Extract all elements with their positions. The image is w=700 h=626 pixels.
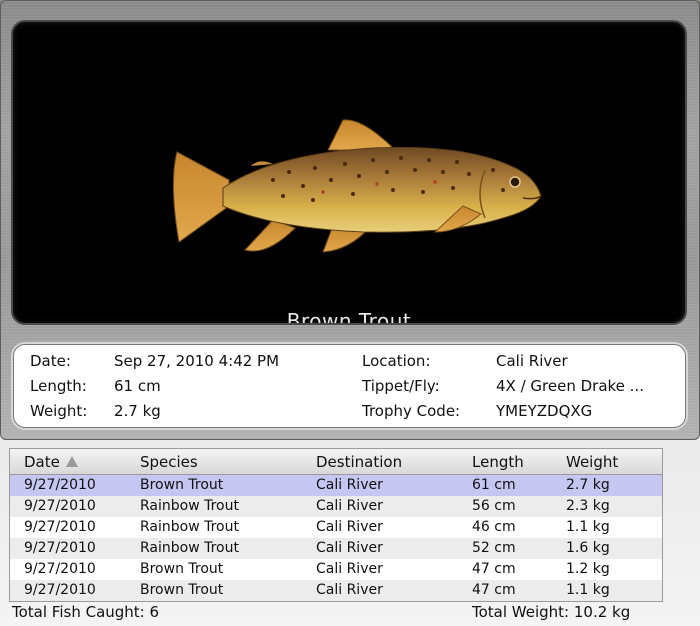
weight-value: 2.7 kg: [114, 402, 161, 420]
column-header-length[interactable]: Length: [472, 453, 524, 471]
cell-length: 47 cm: [472, 582, 516, 598]
table-row[interactable]: 9/27/2010 Brown Trout Cali River 47 cm 1.1 k…: [10, 580, 662, 601]
date-label: Date:: [30, 352, 71, 370]
trophy-code-label: Trophy Code:: [362, 402, 461, 420]
cell-weight: 2.3 kg: [566, 498, 610, 514]
column-header-species[interactable]: Species: [140, 453, 198, 471]
cell-weight: 1.2 kg: [566, 561, 610, 577]
total-weight: Total Weight: 10.2 kg: [472, 603, 631, 621]
cell-species: Rainbow Trout: [140, 498, 239, 514]
sort-ascending-icon: [65, 456, 78, 467]
cell-weight: 1.6 kg: [566, 540, 610, 556]
cell-destination: Cali River: [316, 561, 383, 577]
cell-date: 9/27/2010: [24, 561, 96, 577]
fish-viewer: Brown Trout: [11, 20, 687, 325]
totals-bar: Total Fish Caught: 6 Total Weight: 10.2 …: [0, 602, 700, 626]
tippet-label: Tippet/Fly:: [362, 377, 440, 395]
date-value: Sep 27, 2010 4:42 PM: [114, 352, 280, 370]
cell-destination: Cali River: [316, 519, 383, 535]
cell-destination: Cali River: [316, 477, 383, 493]
cell-length: 52 cm: [472, 540, 516, 556]
trophy-frame: Brown Trout Date: Sep 27, 2010 4:42 PM L…: [0, 0, 700, 440]
fish-name-label: Brown Trout: [286, 309, 412, 325]
tippet-value: 4X / Green Drake ...: [496, 377, 644, 395]
cell-species: Rainbow Trout: [140, 519, 239, 535]
catch-log-table: Date Species Destination Length Weight 9…: [9, 448, 663, 602]
cell-species: Rainbow Trout: [140, 540, 239, 556]
cell-destination: Cali River: [316, 498, 383, 514]
table-row[interactable]: 9/27/2010 Rainbow Trout Cali River 46 cm 1.1…: [10, 517, 662, 538]
cell-weight: 2.7 kg: [566, 477, 610, 493]
cell-species: Brown Trout: [140, 582, 224, 598]
column-header-weight[interactable]: Weight: [566, 453, 618, 471]
catch-details-card: Date: Sep 27, 2010 4:42 PM Length: 61 cm…: [13, 344, 686, 428]
cell-date: 9/27/2010: [24, 477, 96, 493]
cell-weight: 1.1 kg: [566, 582, 610, 598]
cell-destination: Cali River: [316, 582, 383, 598]
table-row[interactable]: 9/27/2010 Brown Trout Cali River 61 cm 2.7 k…: [10, 475, 662, 496]
cell-destination: Cali River: [316, 540, 383, 556]
cell-weight: 1.1 kg: [566, 519, 610, 535]
table-header: Date Species Destination Length Weight: [10, 449, 662, 475]
cell-species: Brown Trout: [140, 477, 224, 493]
cell-date: 9/27/2010: [24, 519, 96, 535]
cell-date: 9/27/2010: [24, 582, 96, 598]
length-value: 61 cm: [114, 377, 161, 395]
column-header-destination[interactable]: Destination: [316, 453, 402, 471]
length-label: Length:: [30, 377, 87, 395]
cell-date: 9/27/2010: [24, 498, 96, 514]
table-row[interactable]: 9/27/2010 Rainbow Trout Cali River 52 cm 1.6…: [10, 538, 662, 559]
total-fish-caught: Total Fish Caught: 6: [12, 603, 160, 621]
location-value: Cali River: [496, 352, 568, 370]
column-header-date[interactable]: Date: [24, 453, 78, 471]
cell-length: 46 cm: [472, 519, 516, 535]
table-row[interactable]: 9/27/2010 Rainbow Trout Cali River 56 cm 2.3…: [10, 496, 662, 517]
cell-length: 47 cm: [472, 561, 516, 577]
trophy-code-value: YMEYZDQXG: [496, 402, 593, 420]
cell-length: 56 cm: [472, 498, 516, 514]
cell-date: 9/27/2010: [24, 540, 96, 556]
table-row[interactable]: 9/27/2010 Brown Trout Cali River 47 cm 1.2 k…: [10, 559, 662, 580]
weight-label: Weight:: [30, 402, 88, 420]
brown-trout-image: [172, 119, 542, 253]
location-label: Location:: [362, 352, 431, 370]
cell-species: Brown Trout: [140, 561, 224, 577]
cell-length: 61 cm: [472, 477, 516, 493]
